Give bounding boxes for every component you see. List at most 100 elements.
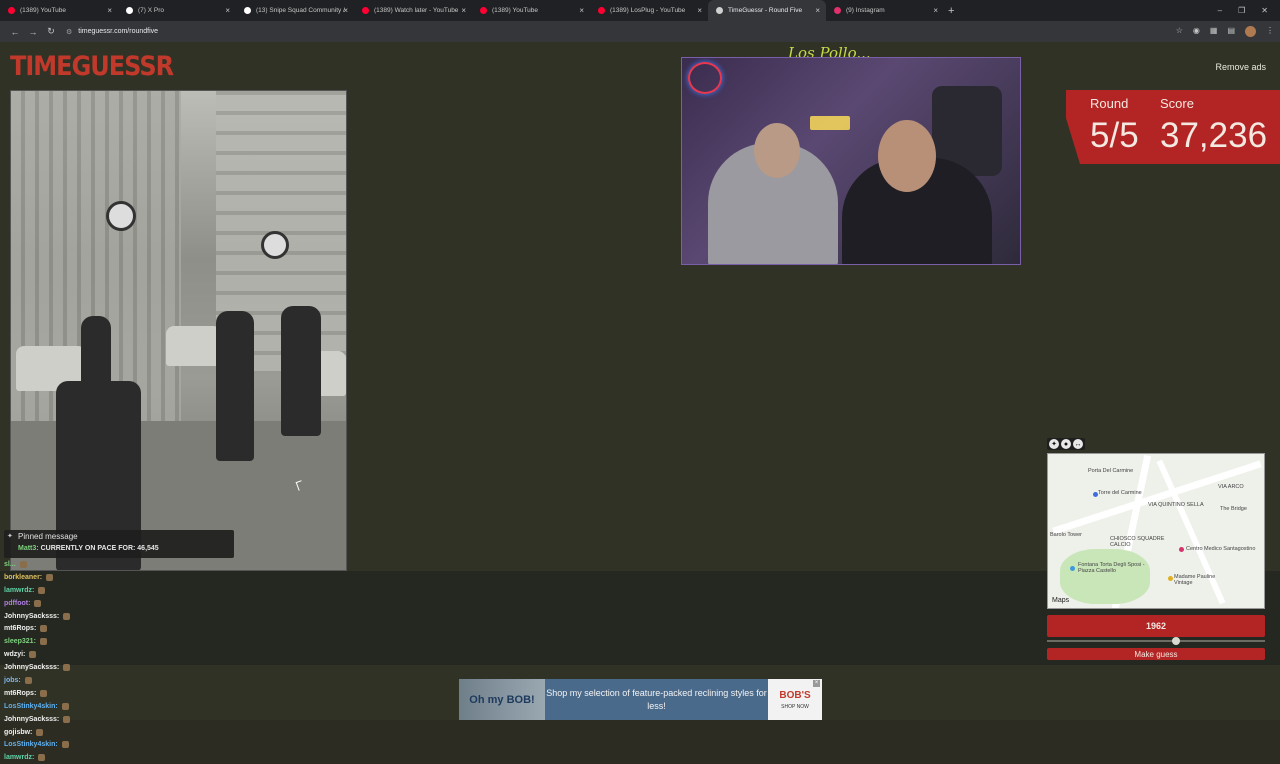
make-guess-button[interactable]: Make guess bbox=[1047, 648, 1265, 660]
tab-label: (1389) Watch later - YouTube bbox=[374, 7, 459, 14]
chat-message: borkleaner: bbox=[4, 571, 204, 584]
chat-message: JohnnySacksss: bbox=[4, 661, 204, 674]
profile-avatar[interactable] bbox=[1245, 26, 1256, 37]
chat-username[interactable]: pdffoot: bbox=[4, 600, 30, 607]
round-label: Round bbox=[1090, 96, 1129, 111]
puzzle-icon[interactable]: ▦ bbox=[1210, 26, 1218, 37]
chat-username[interactable]: wdzyi: bbox=[4, 651, 25, 658]
map-label: Porta Del Carmine bbox=[1088, 468, 1134, 474]
chat-message: sl... bbox=[4, 558, 204, 571]
chat-username[interactable]: mt6Rops: bbox=[4, 690, 36, 697]
chat-username[interactable]: LosStinky4skin: bbox=[4, 741, 58, 748]
chat-username[interactable]: LosStinky4skin: bbox=[4, 703, 58, 710]
chat-emote-icon bbox=[46, 573, 54, 581]
chat-message: sleep321: bbox=[4, 635, 204, 648]
browser-tab[interactable]: (1389) YouTube × bbox=[0, 0, 118, 21]
ad-close-icon[interactable]: × bbox=[813, 680, 820, 687]
chat-emote-icon bbox=[40, 625, 48, 633]
tab-favicon-icon bbox=[598, 7, 605, 14]
extension-icon[interactable]: ◉ bbox=[1193, 26, 1200, 37]
photo-policeman bbox=[81, 316, 111, 396]
ad-cta[interactable]: SHOP NOW bbox=[781, 704, 809, 710]
chat-message: LosStinky4skin: bbox=[4, 700, 204, 713]
tab-favicon-icon bbox=[834, 7, 841, 14]
chat-username[interactable]: jobs: bbox=[4, 677, 21, 684]
browser-tab[interactable]: (1389) Watch later - YouTube × bbox=[354, 0, 472, 21]
chat-username[interactable]: gojisbw: bbox=[4, 729, 32, 736]
guess-map[interactable]: Porta Del Carmine Torre del Carmine VIA … bbox=[1047, 453, 1265, 609]
extension-icons: ☆ ◉ ▦ ▤ ⋮ bbox=[1176, 26, 1274, 37]
photo-pedestrian bbox=[281, 306, 321, 436]
back-icon[interactable]: ← bbox=[6, 27, 24, 37]
close-window-icon[interactable]: ✕ bbox=[1261, 6, 1268, 15]
map-layer-tool-icon[interactable]: ● bbox=[1061, 439, 1071, 449]
tab-close-icon[interactable]: × bbox=[933, 6, 938, 15]
chat-emote-icon bbox=[61, 702, 69, 710]
browser-tab[interactable]: (9) Instagram × bbox=[826, 0, 944, 21]
chat-username[interactable]: borkleaner: bbox=[4, 574, 42, 581]
neon-sign bbox=[810, 116, 850, 130]
tab-close-icon[interactable]: × bbox=[815, 6, 820, 15]
chat-username[interactable]: sleep321: bbox=[4, 638, 36, 645]
site-info-icon[interactable]: ⚙ bbox=[66, 28, 72, 36]
tab-close-icon[interactable]: × bbox=[697, 6, 702, 15]
map-label: CHIOSCO SQUADRE CALCIO bbox=[1110, 536, 1165, 548]
site-logo[interactable]: TIMEGUESSR bbox=[10, 51, 174, 82]
browser-tab[interactable]: TimeGuessr - Round Five × bbox=[708, 0, 826, 21]
tab-close-icon[interactable]: × bbox=[461, 6, 466, 15]
tab-label: (1389) LosPlug - YouTube bbox=[610, 7, 686, 14]
chat-username[interactable]: JohnnySacksss: bbox=[4, 664, 59, 671]
browser-tab[interactable]: (1389) LosPlug - YouTube × bbox=[590, 0, 708, 21]
tab-close-icon[interactable]: × bbox=[343, 6, 348, 15]
map-label: Centro Medico Santagostino bbox=[1186, 546, 1256, 552]
sidebar-icon[interactable]: ▤ bbox=[1227, 26, 1235, 37]
url-field[interactable]: ⚙ timeguessr.com/roundfive bbox=[66, 24, 1168, 39]
tab-close-icon[interactable]: × bbox=[579, 6, 584, 15]
tab-favicon-icon bbox=[480, 7, 487, 14]
browser-tab[interactable]: (13) Snipe Squad Community / × bbox=[236, 0, 354, 21]
chat-message: LosStinky4skin: bbox=[4, 738, 204, 751]
map-pin-tool-icon[interactable]: ✦ bbox=[1049, 439, 1059, 449]
year-slider[interactable] bbox=[1047, 637, 1265, 645]
chat-username[interactable]: JohnnySacksss: bbox=[4, 716, 59, 723]
score-label: Score bbox=[1160, 96, 1194, 111]
chat-overlay: sl... borkleaner: lamwrdz: pdffoot: JohnnySa… bbox=[4, 558, 204, 764]
chat-username[interactable]: sl... bbox=[4, 561, 16, 568]
reload-icon[interactable]: ↻ bbox=[42, 26, 60, 37]
tab-label: (1389) YouTube bbox=[492, 7, 539, 14]
map-label: Barolo Tower bbox=[1050, 532, 1082, 538]
tab-close-icon[interactable]: × bbox=[225, 6, 230, 15]
minimize-icon[interactable]: – bbox=[1218, 6, 1222, 15]
ad-banner[interactable]: Oh my BOB! Shop my selection of feature-… bbox=[459, 679, 822, 720]
browser-tab[interactable]: (7) X Pro × bbox=[118, 0, 236, 21]
menu-dots-icon[interactable]: ⋮ bbox=[1266, 26, 1274, 37]
bookmark-star-icon[interactable]: ☆ bbox=[1176, 26, 1183, 37]
photo-pedestrian bbox=[216, 311, 254, 461]
map-poi-pin[interactable] bbox=[1093, 492, 1098, 497]
year-slider-handle[interactable] bbox=[1171, 637, 1180, 645]
photo-traffic-sign bbox=[261, 231, 289, 259]
chat-username[interactable]: mt6Rops: bbox=[4, 625, 36, 632]
new-tab-button[interactable]: + bbox=[948, 5, 954, 17]
browser-tab[interactable]: (1389) YouTube × bbox=[472, 0, 590, 21]
chat-username[interactable]: lamwrdz: bbox=[4, 587, 34, 594]
tab-close-icon[interactable]: × bbox=[107, 6, 112, 15]
chat-emote-icon bbox=[24, 676, 32, 684]
remove-ads-link[interactable]: Remove ads bbox=[1215, 62, 1266, 72]
streamer-left-head bbox=[754, 123, 800, 178]
chat-message: wdzyi: bbox=[4, 648, 204, 661]
forward-icon[interactable]: → bbox=[24, 27, 42, 37]
map-expand-tool-icon[interactable]: ↔ bbox=[1073, 439, 1083, 449]
chat-username[interactable]: lamwrdz: bbox=[4, 754, 34, 761]
round-photo[interactable] bbox=[10, 90, 347, 571]
map-label: VIA QUINTINO SELLA bbox=[1148, 502, 1204, 508]
chat-message: JohnnySacksss: bbox=[4, 610, 204, 623]
map-poi-pin[interactable] bbox=[1168, 576, 1173, 581]
map-poi-pin[interactable] bbox=[1179, 547, 1184, 552]
photo-car bbox=[166, 326, 221, 366]
chat-username[interactable]: JohnnySacksss: bbox=[4, 613, 59, 620]
restore-icon[interactable]: ❐ bbox=[1238, 6, 1245, 15]
round-score-panel: Round Score 5/5 37,236 bbox=[1066, 90, 1280, 164]
map-poi-pin[interactable] bbox=[1070, 566, 1075, 571]
chat-emote-icon bbox=[36, 728, 44, 736]
